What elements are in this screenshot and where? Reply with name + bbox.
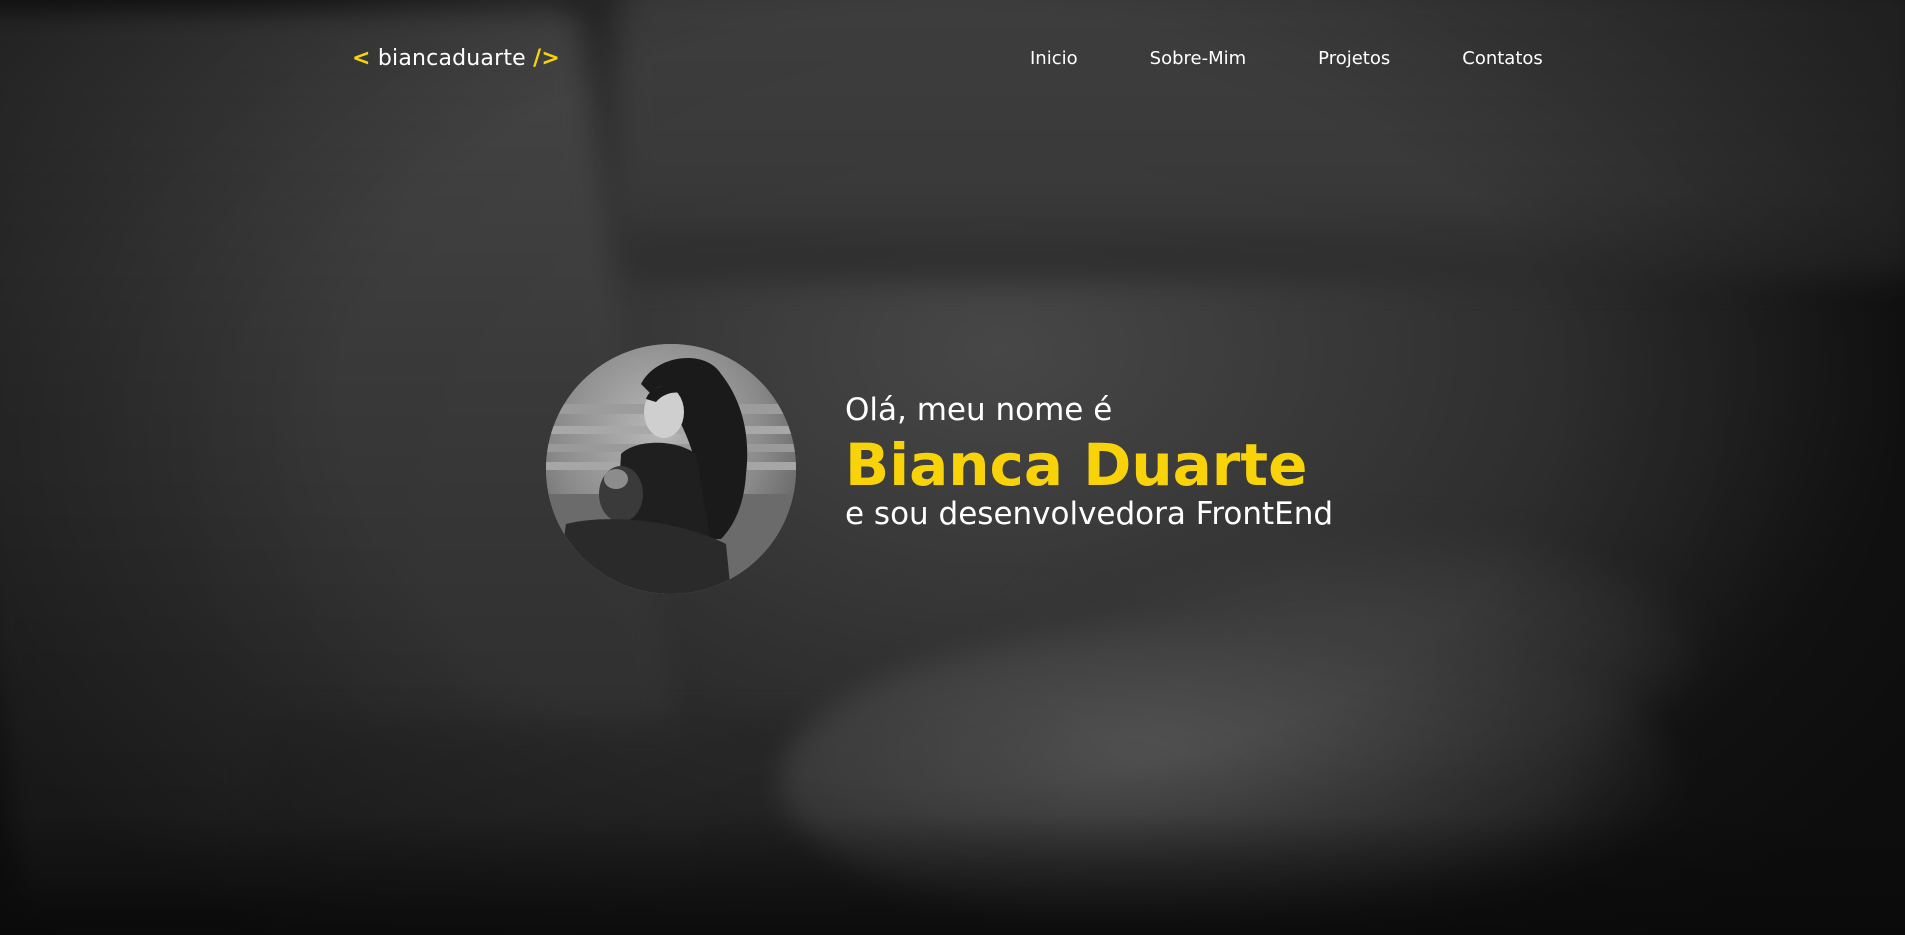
background-bottom-fade: [0, 815, 1905, 935]
logo-link[interactable]: < biancaduarte />: [352, 46, 560, 71]
profile-photo-icon: [546, 344, 796, 594]
logo-text: biancaduarte: [377, 46, 526, 71]
nav-link-contatos[interactable]: Contatos: [1462, 48, 1543, 69]
intro-block: Olá, meu nome é Bianca Duarte e sou dese…: [845, 390, 1333, 534]
intro-greeting: Olá, meu nome é: [845, 392, 1113, 428]
nav-link-sobre-mim[interactable]: Sobre-Mim: [1150, 48, 1247, 69]
logo-open-tag: <: [352, 46, 371, 71]
logo-close-tag: />: [533, 46, 560, 71]
site-header: < biancaduarte /> Inicio Sobre-Mim Proje…: [0, 0, 1905, 120]
nav-link-inicio[interactable]: Inicio: [1030, 48, 1078, 69]
profile-avatar: [546, 344, 796, 594]
hero-section: < biancaduarte /> Inicio Sobre-Mim Proje…: [0, 0, 1905, 935]
intro-role: e sou desenvolvedora FrontEnd: [845, 496, 1334, 532]
intro-name: Bianca Duarte: [845, 431, 1308, 499]
nav-link-projetos[interactable]: Projetos: [1318, 48, 1390, 69]
main-nav: Inicio Sobre-Mim Projetos Contatos: [1030, 48, 1543, 69]
